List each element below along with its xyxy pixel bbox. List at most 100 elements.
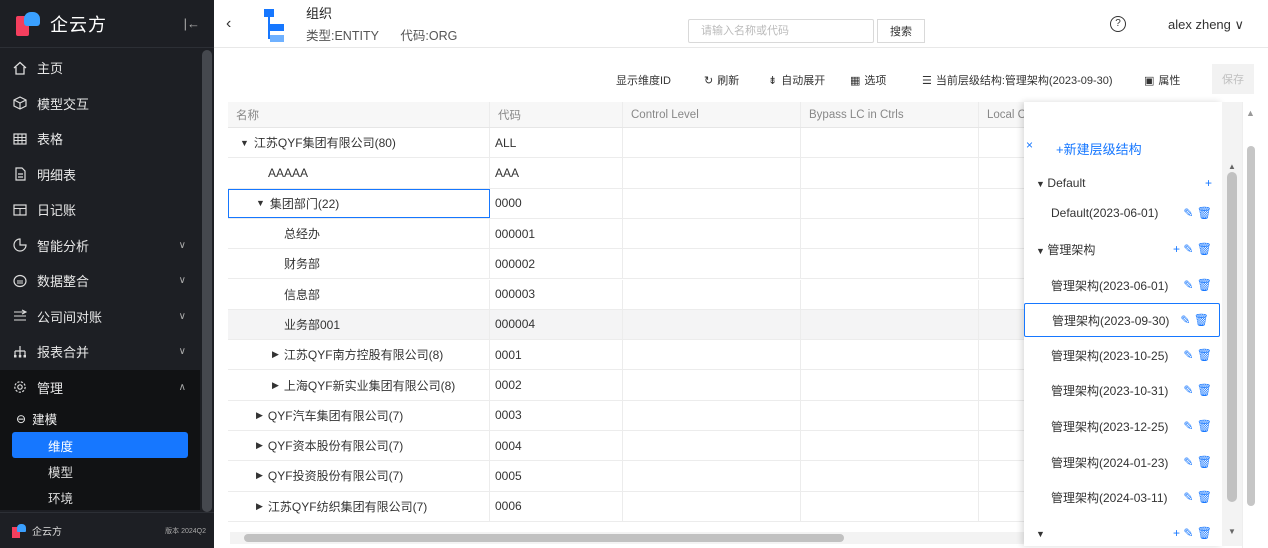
sidebar-item-analytics[interactable]: 智能分析 ∨ — [0, 228, 200, 264]
cell-empty[interactable] — [801, 279, 979, 309]
hierarchy-actions-icons[interactable]: + ✎ 🗑 — [1173, 242, 1212, 256]
cell-code[interactable]: 000004 — [490, 309, 623, 340]
cell-code[interactable]: 0002 — [490, 370, 623, 400]
cell-code[interactable]: 000001 — [490, 218, 623, 249]
sidebar-item-model-interaction[interactable]: 模型交互 — [0, 86, 200, 122]
hierarchy-version-item[interactable]: 管理架构(2023-10-31) ✎ 🗑 — [1024, 373, 1222, 407]
caret-down-icon[interactable]: ▼ — [1036, 179, 1047, 189]
collapse-sidebar-icon[interactable]: |← — [184, 16, 200, 31]
cell-empty[interactable] — [801, 249, 979, 279]
hierarchy-group[interactable]: ▼ + ✎ 🗑 — [1024, 516, 1222, 548]
column-header-name[interactable]: 名称 — [228, 102, 490, 127]
cell-empty[interactable] — [979, 219, 1024, 248]
cell-empty[interactable] — [623, 491, 801, 521]
cell-empty[interactable] — [801, 400, 979, 430]
back-icon[interactable]: ‹ — [226, 15, 246, 33]
column-header-bypass-lc[interactable]: Bypass LC in Ctrls — [801, 102, 979, 127]
cell-name[interactable]: ▶ 上海QYF新实业集团有限公司(8) — [228, 370, 490, 400]
cell-empty[interactable] — [979, 492, 1024, 521]
page-scrollbar[interactable]: ▲ — [1242, 102, 1268, 548]
cell-empty[interactable] — [801, 370, 979, 400]
cell-empty[interactable] — [979, 189, 1024, 218]
cell-empty[interactable] — [801, 218, 979, 249]
cell-empty[interactable] — [623, 370, 801, 400]
hierarchy-actions-icons[interactable]: ✎ 🗑 — [1180, 313, 1209, 327]
cell-name[interactable]: 总经办 — [228, 218, 490, 249]
cell-name[interactable]: ▶ QYF投资股份有限公司(7) — [228, 461, 490, 491]
table-row[interactable]: ▶ QYF资本股份有限公司(7) 0004 — [228, 431, 1024, 462]
cell-name[interactable]: ▼ 集团部门(22) — [228, 188, 490, 218]
cell-empty[interactable] — [623, 400, 801, 430]
cell-empty[interactable] — [623, 309, 801, 340]
save-button[interactable]: 保存 — [1212, 64, 1254, 94]
caret-right-icon[interactable]: ▶ — [256, 440, 263, 451]
column-header-local-c[interactable]: Local C — [979, 102, 1024, 127]
cell-empty[interactable] — [979, 249, 1024, 278]
close-panel-icon[interactable]: × — [1026, 138, 1033, 152]
cell-empty[interactable] — [801, 340, 979, 370]
sidebar-item-consolidation[interactable]: 报表合并 ∨ — [0, 334, 200, 370]
cell-empty[interactable] — [801, 188, 979, 218]
sidebar-leaf-environment[interactable]: 环境 — [0, 484, 188, 510]
caret-right-icon[interactable]: ▶ — [272, 349, 279, 360]
sidebar-subgroup-modeling[interactable]: ⊖ 建模 — [0, 405, 200, 432]
cell-empty[interactable] — [979, 370, 1024, 399]
sidebar-item-management[interactable]: 管理 ∧ — [0, 370, 200, 406]
cell-name[interactable]: 业务部001 — [228, 309, 490, 340]
properties-button[interactable]: ▣ 属性 — [1144, 72, 1180, 88]
sidebar-item-intercompany[interactable]: 公司间对账 ∨ — [0, 299, 200, 335]
hierarchy-version-item[interactable]: 管理架构(2023-06-01) ✎ 🗑 — [1024, 268, 1222, 302]
sidebar-item-data-integration[interactable]: 数据整合 ∨ — [0, 263, 200, 299]
sidebar-leaf-dimension[interactable]: 维度 — [12, 432, 188, 458]
scroll-down-icon[interactable]: ▼ — [1228, 527, 1236, 536]
hierarchy-actions-icons[interactable]: ✎ 🗑 — [1183, 455, 1212, 469]
cell-code[interactable]: 0003 — [490, 400, 623, 430]
cell-code[interactable]: 000002 — [490, 249, 623, 279]
cell-empty[interactable] — [623, 188, 801, 218]
sidebar-item-journal[interactable]: 日记账 — [0, 192, 200, 228]
hierarchy-actions-icons[interactable]: ✎ 🗑 — [1183, 490, 1212, 504]
new-hierarchy-button[interactable]: +新建层级结构 — [1056, 139, 1142, 158]
cell-code[interactable]: ALL — [490, 128, 623, 158]
hierarchy-version-item[interactable]: 管理架构(2023-09-30) ✎ 🗑 — [1024, 303, 1220, 337]
scrollbar-thumb[interactable] — [244, 534, 844, 542]
sidebar-scrollbar[interactable] — [202, 50, 212, 512]
panel-scrollbar[interactable]: ▲ ▼ — [1222, 102, 1242, 546]
cell-name[interactable]: 财务部 — [228, 249, 490, 279]
search-input[interactable] — [688, 19, 874, 43]
cell-name[interactable]: ▼ 江苏QYF集团有限公司(80) — [228, 128, 490, 158]
cell-empty[interactable] — [623, 218, 801, 249]
hierarchy-group[interactable]: ▼ Default + — [1024, 166, 1222, 200]
cell-name[interactable]: ▶ QYF汽车集团有限公司(7) — [228, 400, 490, 430]
hierarchy-actions-icons[interactable]: ✎ 🗑 — [1183, 206, 1212, 220]
hierarchy-version-item[interactable]: 管理架构(2024-01-23) ✎ 🗑 — [1024, 445, 1222, 479]
cell-empty[interactable] — [979, 401, 1024, 430]
cell-empty[interactable] — [979, 431, 1024, 460]
cell-empty[interactable] — [979, 340, 1024, 369]
table-row[interactable]: 信息部 000003 — [228, 279, 1024, 310]
column-header-control-level[interactable]: Control Level — [623, 102, 801, 127]
cell-code[interactable]: AAA — [490, 158, 623, 188]
scrollbar-thumb[interactable] — [1227, 172, 1237, 502]
cell-empty[interactable] — [623, 431, 801, 461]
refresh-button[interactable]: ↻ 刷新 — [704, 72, 739, 88]
table-row[interactable]: 总经办 000001 — [228, 218, 1024, 250]
cell-code[interactable]: 0005 — [490, 461, 623, 491]
auto-expand-button[interactable]: ⇟ 自动展开 — [768, 72, 825, 88]
cell-empty[interactable] — [979, 461, 1024, 490]
hierarchy-version-item[interactable]: 管理架构(2023-12-25) ✎ 🗑 — [1024, 409, 1222, 443]
cell-name[interactable]: 信息部 — [228, 279, 490, 309]
cell-empty[interactable] — [801, 491, 979, 521]
hierarchy-actions-icons[interactable]: ✎ 🗑 — [1183, 383, 1212, 397]
cell-empty[interactable] — [979, 128, 1024, 157]
cell-name[interactable]: ▶ QYF资本股份有限公司(7) — [228, 431, 490, 461]
cell-empty[interactable] — [623, 279, 801, 309]
hierarchy-actions-icons[interactable]: ✎ 🗑 — [1183, 419, 1212, 433]
cell-empty[interactable] — [801, 128, 979, 158]
cell-code[interactable]: 0004 — [490, 431, 623, 461]
table-row[interactable]: ▶ 江苏QYF纺织集团有限公司(7) 0006 — [228, 491, 1024, 522]
cell-code[interactable]: 0001 — [490, 340, 623, 370]
caret-down-icon[interactable]: ▼ — [1036, 529, 1045, 539]
cell-empty[interactable] — [979, 310, 1024, 339]
help-icon[interactable]: ? — [1110, 16, 1126, 32]
